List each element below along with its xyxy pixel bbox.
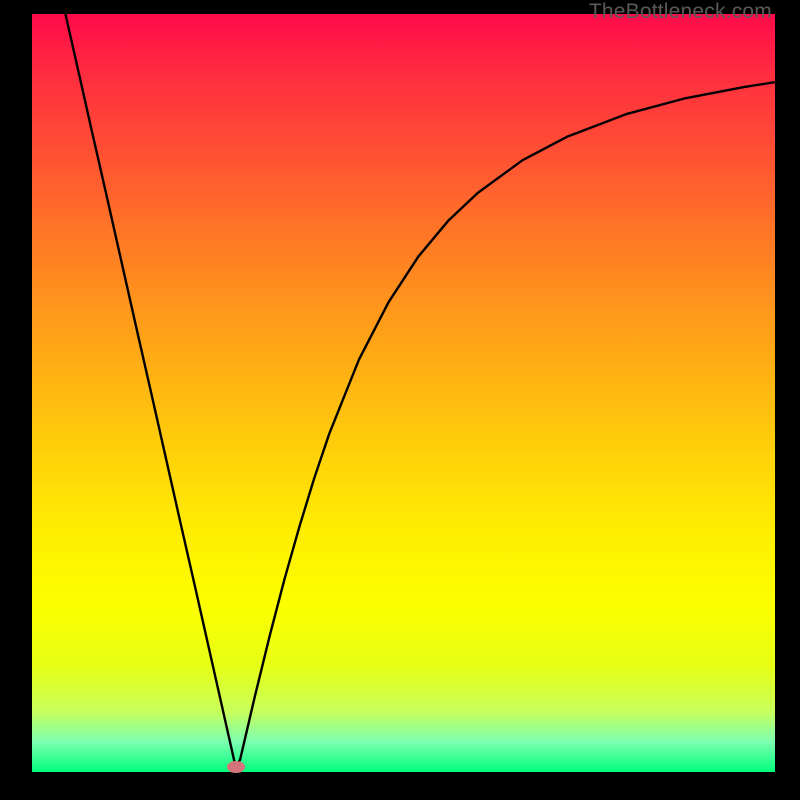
min-point-marker <box>227 761 245 773</box>
bottleneck-curve <box>32 14 775 772</box>
plot-area <box>32 14 775 772</box>
chart-frame: TheBottleneck.com <box>0 0 800 800</box>
attribution-text: TheBottleneck.com <box>589 0 772 24</box>
